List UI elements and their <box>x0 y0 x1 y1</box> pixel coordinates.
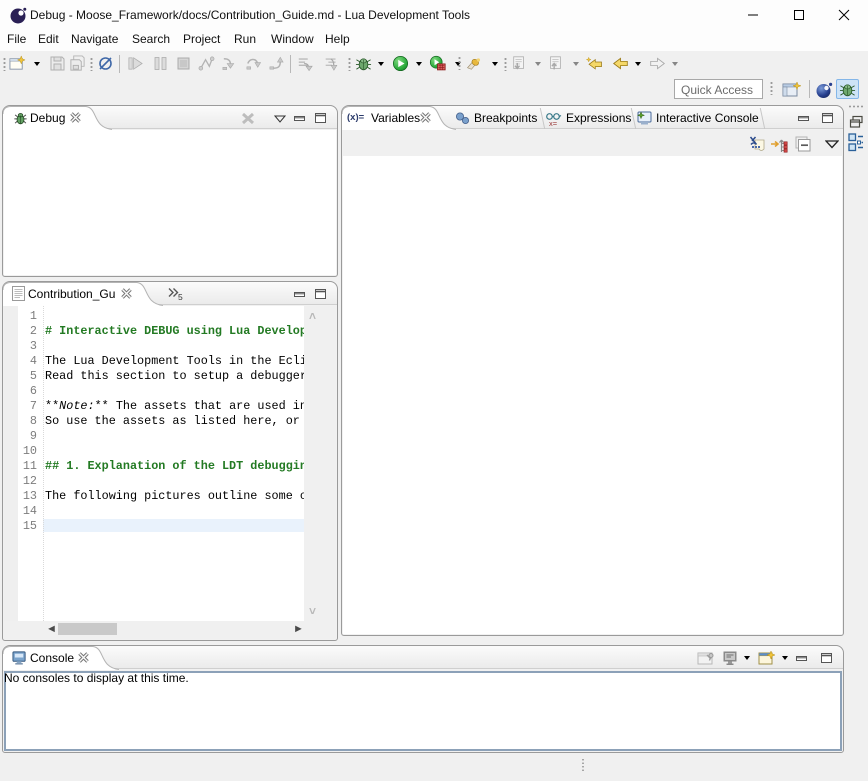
svg-text:5: 5 <box>178 292 183 302</box>
svg-text:x=: x= <box>549 119 558 127</box>
